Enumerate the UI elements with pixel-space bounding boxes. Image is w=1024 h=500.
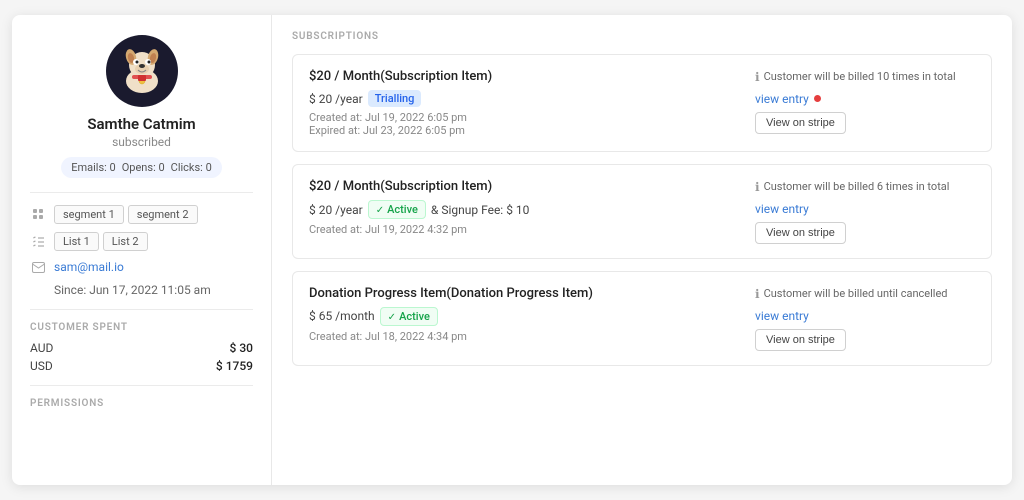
sub-left: $20 / Month(Subscription Item) $ 20 /yea… xyxy=(309,179,743,244)
list-tag-1: List 1 xyxy=(54,232,99,251)
expired-date: Expired at: Jul 23, 2022 6:05 pm xyxy=(309,124,743,137)
subscriptions-label: SUBSCRIPTIONS xyxy=(292,31,992,42)
sub-right: ℹ Customer will be billed until cancelle… xyxy=(755,286,975,351)
sub-right: ℹ Customer will be billed 10 times in to… xyxy=(755,69,975,137)
view-entry-link[interactable]: view entry xyxy=(755,202,809,216)
billing-note-text: Customer will be billed 10 times in tota… xyxy=(764,69,956,84)
sub-left: Donation Progress Item(Donation Progress… xyxy=(309,286,743,351)
billing-note-text: Customer will be billed 6 times in total xyxy=(764,179,950,194)
list-icon xyxy=(30,234,46,250)
billing-note: ℹ Customer will be billed 6 times in tot… xyxy=(755,179,949,196)
sub-right: ℹ Customer will be billed 6 times in tot… xyxy=(755,179,975,244)
segment-tags: segment 1 segment 2 xyxy=(54,205,198,224)
subscription-card: $20 / Month(Subscription Item) $ 20 /yea… xyxy=(292,164,992,259)
sub-title: $20 / Month(Subscription Item) xyxy=(309,69,743,84)
billing-note: ℹ Customer will be billed until cancelle… xyxy=(755,286,948,303)
view-on-stripe-button[interactable]: View on stripe xyxy=(755,329,846,351)
profile-status: subscribed xyxy=(112,135,171,149)
since-text: Since: Jun 17, 2022 11:05 am xyxy=(54,283,253,297)
sub-price: $ 20 /year xyxy=(309,92,363,106)
lists-row: List 1 List 2 xyxy=(30,232,253,251)
sub-left: $20 / Month(Subscription Item) $ 20 /yea… xyxy=(309,69,743,137)
subscription-card: Donation Progress Item(Donation Progress… xyxy=(292,271,992,366)
permissions-label: PERMISSIONS xyxy=(30,398,253,409)
info-icon: ℹ xyxy=(755,286,760,303)
profile-section: Samthe Catmim subscribed Emails: 0 Opens… xyxy=(30,35,253,178)
avatar xyxy=(106,35,178,107)
email-link[interactable]: sam@mail.io xyxy=(54,260,124,274)
subscription-card: $20 / Month(Subscription Item) $ 20 /yea… xyxy=(292,54,992,152)
currency: USD xyxy=(30,359,53,373)
sub-price: $ 65 /month xyxy=(309,309,375,323)
subscriptions-list: $20 / Month(Subscription Item) $ 20 /yea… xyxy=(292,54,992,366)
clicks-stat: Clicks: 0 xyxy=(171,161,212,174)
spent-row: AUD $ 30 xyxy=(30,341,253,355)
badge-active: Active xyxy=(368,200,426,219)
email-icon xyxy=(30,259,46,275)
currency: AUD xyxy=(30,341,53,355)
emails-stat: Emails: 0 xyxy=(71,161,116,174)
view-entry-link[interactable]: view entry xyxy=(755,92,809,106)
segment-icon xyxy=(30,207,46,223)
list-tags: List 1 List 2 xyxy=(54,232,148,251)
sub-price-row: $ 65 /month Active xyxy=(309,307,743,326)
list-tag-2: List 2 xyxy=(103,232,148,251)
right-panel: SUBSCRIPTIONS $20 / Month(Subscription I… xyxy=(272,15,1012,485)
amount: $ 30 xyxy=(230,341,253,355)
segment-tag-2: segment 2 xyxy=(128,205,198,224)
view-on-stripe-button[interactable]: View on stripe xyxy=(755,222,846,244)
view-on-stripe-button[interactable]: View on stripe xyxy=(755,112,846,134)
created-date: Created at: Jul 19, 2022 6:05 pm xyxy=(309,111,743,124)
view-entry-link[interactable]: view entry xyxy=(755,309,809,323)
billing-note: ℹ Customer will be billed 10 times in to… xyxy=(755,69,956,86)
amount: $ 1759 xyxy=(216,359,253,373)
signup-fee: & Signup Fee: $ 10 xyxy=(431,203,530,217)
sub-price: $ 20 /year xyxy=(309,203,363,217)
sub-title: Donation Progress Item(Donation Progress… xyxy=(309,286,743,301)
badge-trialling: Trialling xyxy=(368,90,422,107)
profile-name: Samthe Catmim xyxy=(87,115,195,133)
sub-title: $20 / Month(Subscription Item) xyxy=(309,179,743,194)
info-icon: ℹ xyxy=(755,69,760,86)
info-icon: ℹ xyxy=(755,179,760,196)
customer-spent-label: CUSTOMER SPENT xyxy=(30,322,253,333)
created-date: Created at: Jul 18, 2022 4:34 pm xyxy=(309,330,743,343)
spent-rows: AUD $ 30 USD $ 1759 xyxy=(30,341,253,373)
segment-tag-1: segment 1 xyxy=(54,205,124,224)
badge-active: Active xyxy=(380,307,438,326)
billing-note-text: Customer will be billed until cancelled xyxy=(764,286,948,301)
dot-indicator xyxy=(814,95,821,102)
opens-stat: Opens: 0 xyxy=(122,161,165,174)
created-date: Created at: Jul 19, 2022 4:32 pm xyxy=(309,223,743,236)
sub-price-row: $ 20 /year Trialling xyxy=(309,90,743,107)
email-row: sam@mail.io xyxy=(30,259,253,275)
stats-bar: Emails: 0 Opens: 0 Clicks: 0 xyxy=(61,157,222,178)
sub-price-row: $ 20 /year Active & Signup Fee: $ 10 xyxy=(309,200,743,219)
left-panel: Samthe Catmim subscribed Emails: 0 Opens… xyxy=(12,15,272,485)
spent-row: USD $ 1759 xyxy=(30,359,253,373)
segments-row: segment 1 segment 2 xyxy=(30,205,253,224)
